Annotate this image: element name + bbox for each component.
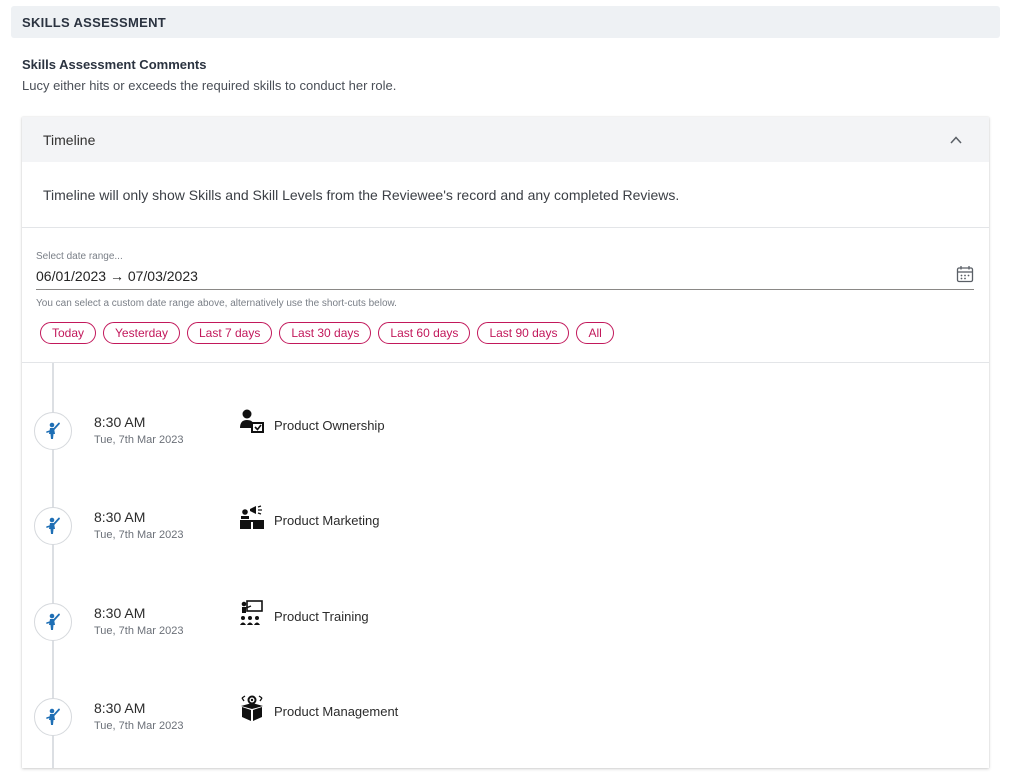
comments-label: Skills Assessment Comments [22,57,207,72]
entry-date: Tue, 7th Mar 2023 [94,720,184,732]
shortcut-all[interactable]: All [576,322,614,344]
shortcut-today[interactable]: Today [40,322,97,344]
entry-time: 8:30 AM [94,605,146,621]
date-shortcuts: Today Yesterday Last 7 days Last 30 days… [40,322,614,344]
date-range-placeholder: Select date range... [36,251,123,262]
person-raising-hand-icon [46,708,60,725]
date-range-input[interactable]: 06/01/2023 → 07/03/2023 [36,268,974,290]
section-title: SKILLS ASSESSMENT [22,15,167,30]
timeline-panel: Timeline Timeline will only show Skills … [22,117,989,768]
entry-time: 8:30 AM [94,414,146,430]
chevron-up-icon[interactable] [949,133,963,147]
shortcut-last-90-days[interactable]: Last 90 days [477,322,570,344]
entry-skill: Product Marketing [274,513,380,528]
timeline-entry: 8:30 AM Tue, 7th Mar 2023 Product Traini… [22,600,989,653]
entry-skill: Product Management [274,704,399,719]
person-raising-hand-icon [46,613,60,630]
timeline-marker [34,507,72,545]
entry-date: Tue, 7th Mar 2023 [94,529,184,541]
shortcut-last-7-days[interactable]: Last 7 days [186,322,273,344]
entry-time: 8:30 AM [94,509,146,525]
shortcut-last-30-days[interactable]: Last 30 days [279,322,372,344]
product-marketing-icon [240,505,264,529]
divider [22,362,989,363]
timeline-entry: 8:30 AM Tue, 7th Mar 2023 Product Manage… [22,695,989,748]
timeline-entry: 8:30 AM Tue, 7th Mar 2023 Product Owners… [22,409,989,462]
product-training-icon [240,600,263,625]
entry-date: Tue, 7th Mar 2023 [94,625,184,637]
section-header: SKILLS ASSESSMENT [11,6,1000,38]
product-ownership-icon [240,409,264,433]
shortcut-yesterday[interactable]: Yesterday [103,322,180,344]
entry-time: 8:30 AM [94,700,146,716]
timeline-header[interactable]: Timeline [22,117,989,162]
person-raising-hand-icon [46,422,60,439]
entry-skill: Product Ownership [274,418,385,433]
calendar-icon[interactable] [956,265,974,283]
timeline-marker [34,698,72,736]
shortcut-last-60-days[interactable]: Last 60 days [378,322,471,344]
timeline-marker [34,603,72,641]
timeline-title: Timeline [43,132,96,148]
date-range-underline [36,289,974,290]
entry-skill: Product Training [274,609,369,624]
entry-date: Tue, 7th Mar 2023 [94,434,184,446]
timeline-marker [34,412,72,450]
timeline-info-text: Timeline will only show Skills and Skill… [43,187,680,203]
timeline-entry: 8:30 AM Tue, 7th Mar 2023 Product Market… [22,505,989,557]
person-raising-hand-icon [46,517,60,534]
divider [22,227,989,228]
product-management-icon [241,695,263,721]
date-range-help: You can select a custom date range above… [36,298,397,309]
comments-text: Lucy either hits or exceeds the required… [22,78,397,93]
